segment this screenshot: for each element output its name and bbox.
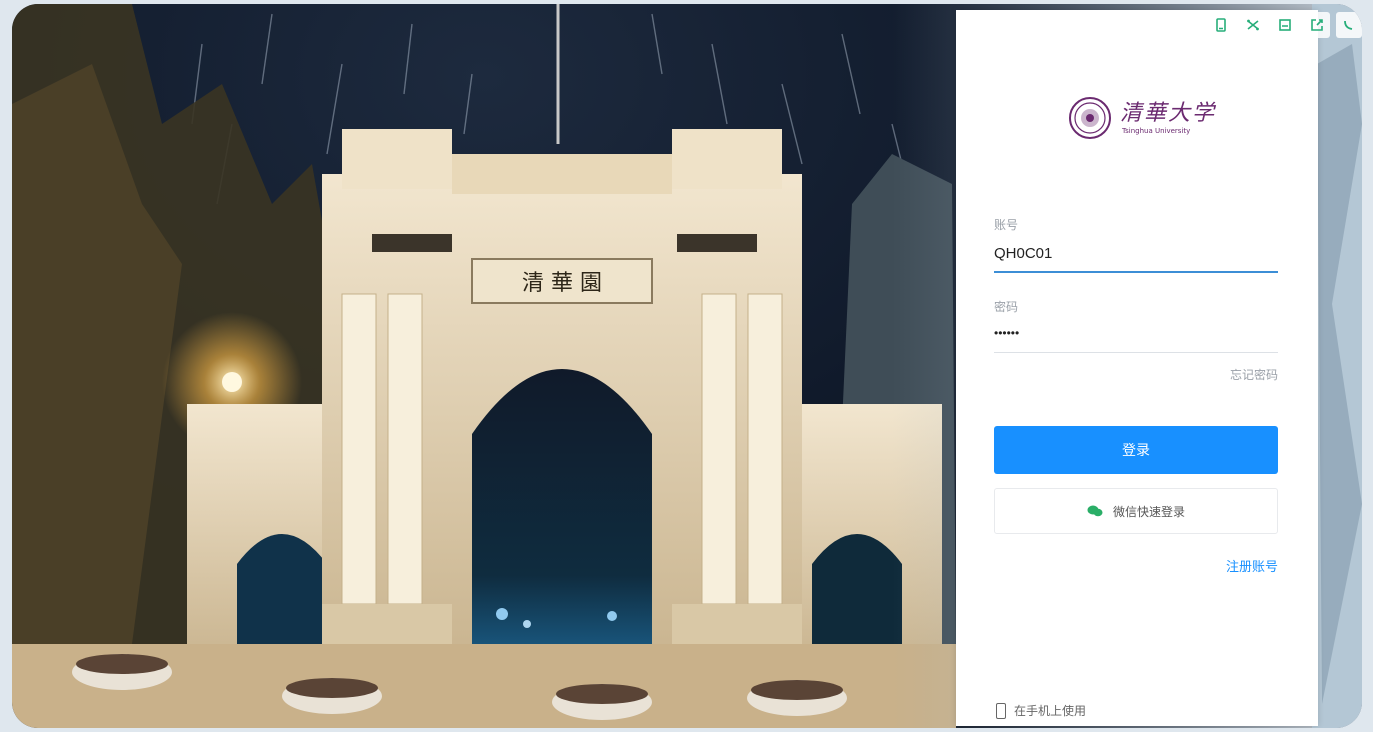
- register-link[interactable]: 注册账号: [1226, 556, 1278, 575]
- logo-name-cn: 清華大学: [1120, 101, 1217, 126]
- password-label: 密码: [994, 300, 1019, 314]
- gate-inscription: 清 華 園: [522, 271, 602, 296]
- top-toolbar: [1208, 12, 1362, 38]
- wechat-login-button[interactable]: 微信快速登录: [994, 488, 1278, 534]
- forgot-password-link[interactable]: 忘记密码: [1230, 366, 1278, 383]
- account-underline: [994, 271, 1278, 273]
- account-input[interactable]: [994, 242, 1278, 264]
- wechat-login-label: 微信快速登录: [1112, 504, 1185, 519]
- mobile-view-icon[interactable]: [1208, 12, 1234, 38]
- logo-name-en: Tsinghua University: [1122, 127, 1191, 135]
- share-icon[interactable]: [1304, 12, 1330, 38]
- password-underline: [994, 352, 1278, 353]
- save-icon[interactable]: [1272, 12, 1298, 38]
- university-logo: 清華大学 Tsinghua University: [1068, 96, 1216, 140]
- password-input[interactable]: [994, 322, 1278, 344]
- wechat-icon: [1087, 505, 1103, 517]
- login-button[interactable]: 登录: [994, 426, 1278, 474]
- phone-call-icon[interactable]: [1336, 12, 1362, 38]
- account-label: 账号: [994, 218, 1019, 232]
- use-on-mobile-link[interactable]: 在手机上使用: [996, 702, 1086, 719]
- login-card: 清華大学 Tsinghua University 账号 密码 忘记密码 登录 微…: [956, 10, 1362, 726]
- shuffle-icon[interactable]: [1240, 12, 1266, 38]
- university-seal-icon: [1069, 97, 1111, 139]
- phone-icon: [996, 702, 1006, 719]
- background-frame: 清 華 園 清華大学 Tsinghua University 账号 QH0C01…: [12, 4, 1362, 728]
- use-on-mobile-label: 在手机上使用: [1014, 704, 1087, 718]
